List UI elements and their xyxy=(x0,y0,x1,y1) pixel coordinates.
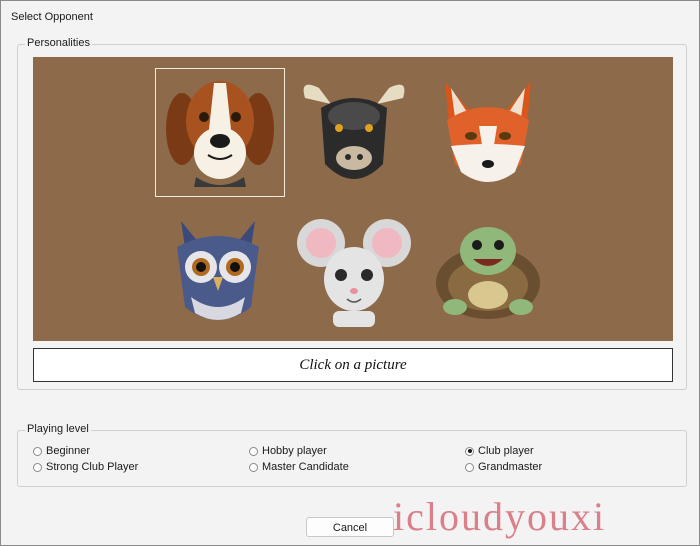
avatar-fox[interactable] xyxy=(425,68,551,194)
avatar-beagle[interactable] xyxy=(155,68,285,197)
select-opponent-dialog: Select Opponent Personalities Click on a… xyxy=(0,0,700,546)
radio-indicator xyxy=(33,446,42,456)
radio-indicator-selected xyxy=(465,446,474,456)
avatar-owl[interactable] xyxy=(155,207,281,333)
radio-label: Hobby player xyxy=(262,445,327,457)
bull-portrait-icon xyxy=(303,84,405,179)
fox-portrait-icon xyxy=(445,82,531,182)
radio-hobby-player[interactable]: Hobby player xyxy=(249,444,327,458)
radio-label: Grandmaster xyxy=(478,461,543,473)
radio-beginner[interactable]: Beginner xyxy=(33,444,90,458)
radio-label: Master Candidate xyxy=(262,461,349,473)
playing-level-label: Playing level xyxy=(25,423,91,435)
avatar-panel xyxy=(33,57,673,341)
window-title: Select Opponent xyxy=(11,11,93,23)
selection-caption: Click on a picture xyxy=(33,348,673,382)
owl-portrait-icon xyxy=(177,221,259,320)
radio-master-candidate[interactable]: Master Candidate xyxy=(249,460,349,474)
watermark-text: icloudyouxi xyxy=(393,494,607,539)
radio-club-player[interactable]: Club player xyxy=(465,444,534,458)
turtle-portrait-icon xyxy=(436,227,540,319)
avatar-mouse[interactable] xyxy=(291,207,417,333)
radio-label: Strong Club Player xyxy=(46,461,139,473)
radio-label: Beginner xyxy=(46,445,91,457)
dog-portrait-icon xyxy=(166,81,274,187)
avatar-bull[interactable] xyxy=(291,68,417,194)
radio-label: Club player xyxy=(478,445,534,457)
radio-grandmaster[interactable]: Grandmaster xyxy=(465,460,542,474)
cancel-button[interactable]: Cancel xyxy=(306,517,394,537)
personalities-label: Personalities xyxy=(25,37,92,49)
title-bar: Select Opponent xyxy=(1,1,699,32)
radio-indicator xyxy=(249,446,258,456)
radio-indicator xyxy=(465,462,474,472)
radio-indicator xyxy=(33,462,42,472)
mouse-portrait-icon xyxy=(297,219,411,327)
radio-strong-club-player[interactable]: Strong Club Player xyxy=(33,460,138,474)
playing-level-group: Playing level xyxy=(17,423,687,487)
radio-indicator xyxy=(249,462,258,472)
avatar-turtle[interactable] xyxy=(425,207,551,333)
